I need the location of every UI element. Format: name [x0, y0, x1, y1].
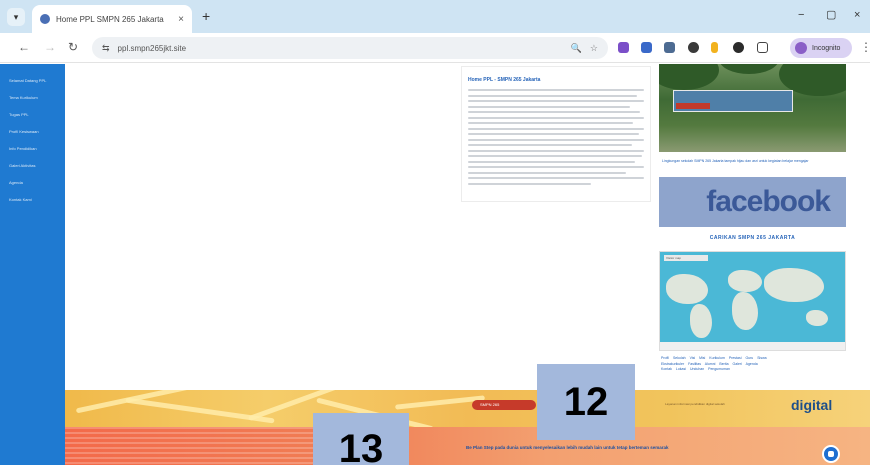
sidebar-item[interactable]: Tema Kurikulum [9, 95, 38, 100]
bookmark-star-icon[interactable]: ☆ [590, 43, 598, 54]
tab-close-icon[interactable]: × [178, 14, 184, 25]
facebook-banner[interactable]: facebook [659, 177, 846, 227]
marker-13: 13 [313, 413, 409, 465]
extension-shield-icon[interactable] [664, 42, 675, 53]
extension-circle-icon[interactable] [733, 42, 744, 53]
browser-tab[interactable]: Home PPL SMPN 265 Jakarta × [32, 5, 192, 33]
site-favicon-icon [40, 14, 50, 24]
map-tag: Visitor map [664, 255, 708, 261]
footer-banner: SMPN 265 Layanan informasi pendidikan di… [65, 390, 870, 427]
browser-toolbar: ← → ↻ ⇆ ppl.smpn265jkt.site 🔍 ☆ Incognit… [0, 33, 870, 63]
new-tab-button[interactable]: + [202, 9, 210, 23]
tab-title: Home PPL SMPN 265 Jakarta [56, 14, 164, 24]
extension-dark-icon[interactable] [688, 42, 699, 53]
extensions-puzzle-icon[interactable] [757, 42, 768, 53]
site-info-icon[interactable]: ⇆ [102, 43, 110, 54]
facebook-logo-text: facebook [706, 185, 831, 218]
sidebar-item[interactable]: Tugas PPL [9, 112, 29, 117]
reload-button[interactable]: ↻ [68, 41, 78, 53]
sidebar-item[interactable]: Profil Kesiswaan [9, 129, 39, 134]
profile-button[interactable]: Incognito [790, 38, 852, 58]
school-banner [673, 90, 793, 112]
extension-blue-icon[interactable] [641, 42, 652, 53]
sidebar-item[interactable]: Galeri Aktivitas [9, 163, 35, 168]
map-controls [660, 342, 845, 350]
digital-logo: digital [791, 397, 833, 413]
zoom-icon[interactable]: 🔍 [571, 43, 582, 54]
chat-icon[interactable] [822, 445, 840, 463]
window-close-button[interactable]: × [854, 10, 860, 21]
footer-note: Layanan informasi pendidikan digital sek… [665, 402, 725, 406]
marker-12: 12 [537, 364, 635, 440]
browser-tab-strip: ▾ Home PPL SMPN 265 Jakarta × + − ▢ × [0, 0, 870, 33]
school-photo [659, 64, 846, 152]
extension-yellow-icon[interactable] [711, 42, 718, 53]
photo-caption[interactable]: Lingkungan sekolah SMPN 265 Jakarta tamp… [662, 158, 846, 164]
link-row[interactable]: Kontak Lokasi Unduhan Pengumuman [661, 367, 845, 373]
sidebar-item[interactable]: Kontak Kami [9, 197, 32, 202]
sidebar-item[interactable]: Info Pendidikan [9, 146, 37, 151]
footer-badge[interactable]: SMPN 265 [472, 400, 536, 410]
ticker-text: Be Plan Step pada dunia untuk menyelesai… [466, 445, 669, 450]
extension-purple-icon[interactable] [618, 42, 629, 53]
address-bar[interactable]: ⇆ ppl.smpn265jkt.site 🔍 ☆ [92, 37, 608, 59]
minimize-button[interactable]: − [798, 10, 804, 21]
sidebar-item[interactable]: Agenda [9, 180, 23, 185]
post-title[interactable]: Home PPL - SMPN 265 Jakarta [468, 77, 540, 83]
post-card: Home PPL - SMPN 265 Jakarta [461, 66, 651, 202]
avatar [795, 42, 807, 54]
facebook-caption[interactable]: CARIKAN SMPN 265 JAKARTA [659, 235, 846, 241]
back-button[interactable]: ← [18, 41, 30, 53]
profile-label: Incognito [812, 44, 841, 52]
post-body-text [468, 89, 644, 188]
maximize-button[interactable]: ▢ [826, 10, 836, 21]
tab-search-menu-button[interactable]: ▾ [7, 8, 25, 26]
address-url[interactable]: ppl.smpn265jkt.site [118, 44, 563, 53]
site-sidebar: Selamat Datang PPL Tema Kurikulum Tugas … [0, 64, 65, 465]
sidebar-item[interactable]: Selamat Datang PPL [9, 78, 46, 83]
visitor-map[interactable]: Visitor map [659, 251, 846, 351]
announcement-ticker: Be Plan Step pada dunia untuk menyelesai… [65, 427, 870, 465]
forward-button[interactable]: → [44, 41, 56, 53]
browser-menu-icon[interactable]: ⋮ [860, 41, 870, 53]
quick-links: Profil Sekolah Visi Misi Kurikulum Prest… [661, 356, 845, 373]
